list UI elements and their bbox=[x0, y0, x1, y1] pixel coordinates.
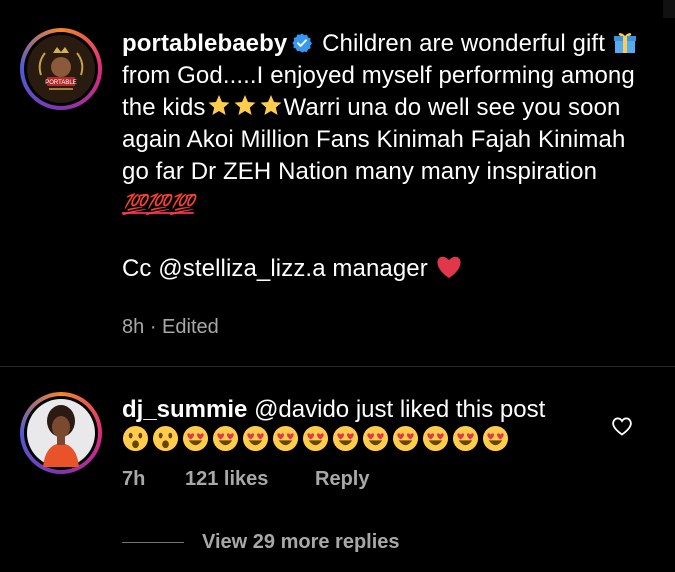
section-divider bbox=[0, 366, 675, 367]
heart-eyes-emoji-icon bbox=[182, 425, 209, 452]
heart-eyes-emoji-icon bbox=[302, 425, 329, 452]
glowing-star-icon bbox=[260, 95, 282, 115]
replies-line bbox=[122, 542, 184, 543]
post-time: 8h bbox=[122, 316, 145, 338]
post-meta: 8h · Edited bbox=[122, 316, 219, 339]
comment-emoji-row bbox=[122, 425, 509, 455]
view-replies-label[interactable]: View 29 more replies bbox=[202, 531, 400, 554]
verified-badge-icon bbox=[292, 33, 313, 53]
glowing-star-icon bbox=[234, 95, 256, 115]
heart-eyes-emoji-icon bbox=[242, 425, 269, 452]
comment-avatar[interactable] bbox=[20, 392, 102, 474]
heart-eyes-emoji-icon bbox=[422, 425, 449, 452]
caption-text-1: Children are wonderful gift bbox=[322, 30, 605, 57]
comment-likes[interactable]: 121 likes bbox=[185, 468, 268, 491]
reply-button[interactable]: Reply bbox=[315, 468, 369, 491]
meta-separator: · bbox=[149, 316, 157, 338]
heart-eyes-emoji-icon bbox=[452, 425, 479, 452]
red-heart-icon bbox=[437, 256, 461, 278]
comment-text: dj_summie @davido just liked this post bbox=[122, 394, 602, 426]
comment-body: @davido just liked this post bbox=[254, 396, 546, 423]
svg-text:PORTABLE: PORTABLE bbox=[45, 80, 76, 86]
post-avatar[interactable]: PORTABLE bbox=[20, 28, 102, 110]
heart-eyes-emoji-icon bbox=[332, 425, 359, 452]
heart-eyes-emoji-icon bbox=[392, 425, 419, 452]
hundred-points-emojis: 💯💯💯 bbox=[122, 194, 195, 216]
comment-time: 7h bbox=[122, 468, 146, 490]
like-heart-icon[interactable] bbox=[610, 414, 634, 438]
post-caption: portablebaeby Children are wonderful gif… bbox=[122, 28, 642, 285]
heart-eyes-emoji-icon bbox=[362, 425, 389, 452]
gift-emoji-icon bbox=[613, 33, 636, 53]
portable-logo-icon: PORTABLE bbox=[27, 35, 95, 103]
astonished-emoji-icon bbox=[152, 425, 179, 452]
scrollbar[interactable] bbox=[663, 0, 675, 18]
caption-cc-text: Cc @stelliza_lizz.a manager bbox=[122, 255, 428, 282]
post-edited-label: Edited bbox=[162, 316, 219, 338]
heart-eyes-emoji-icon bbox=[212, 425, 239, 452]
heart-eyes-emoji-icon bbox=[482, 425, 509, 452]
glowing-star-icon bbox=[208, 95, 230, 115]
comment-username[interactable]: dj_summie bbox=[122, 396, 247, 423]
heart-eyes-emoji-icon bbox=[272, 425, 299, 452]
user-photo-icon bbox=[27, 399, 95, 467]
astonished-emoji-icon bbox=[122, 425, 149, 452]
view-more-replies[interactable]: View 29 more replies bbox=[122, 531, 400, 554]
post-username[interactable]: portablebaeby bbox=[122, 30, 287, 57]
